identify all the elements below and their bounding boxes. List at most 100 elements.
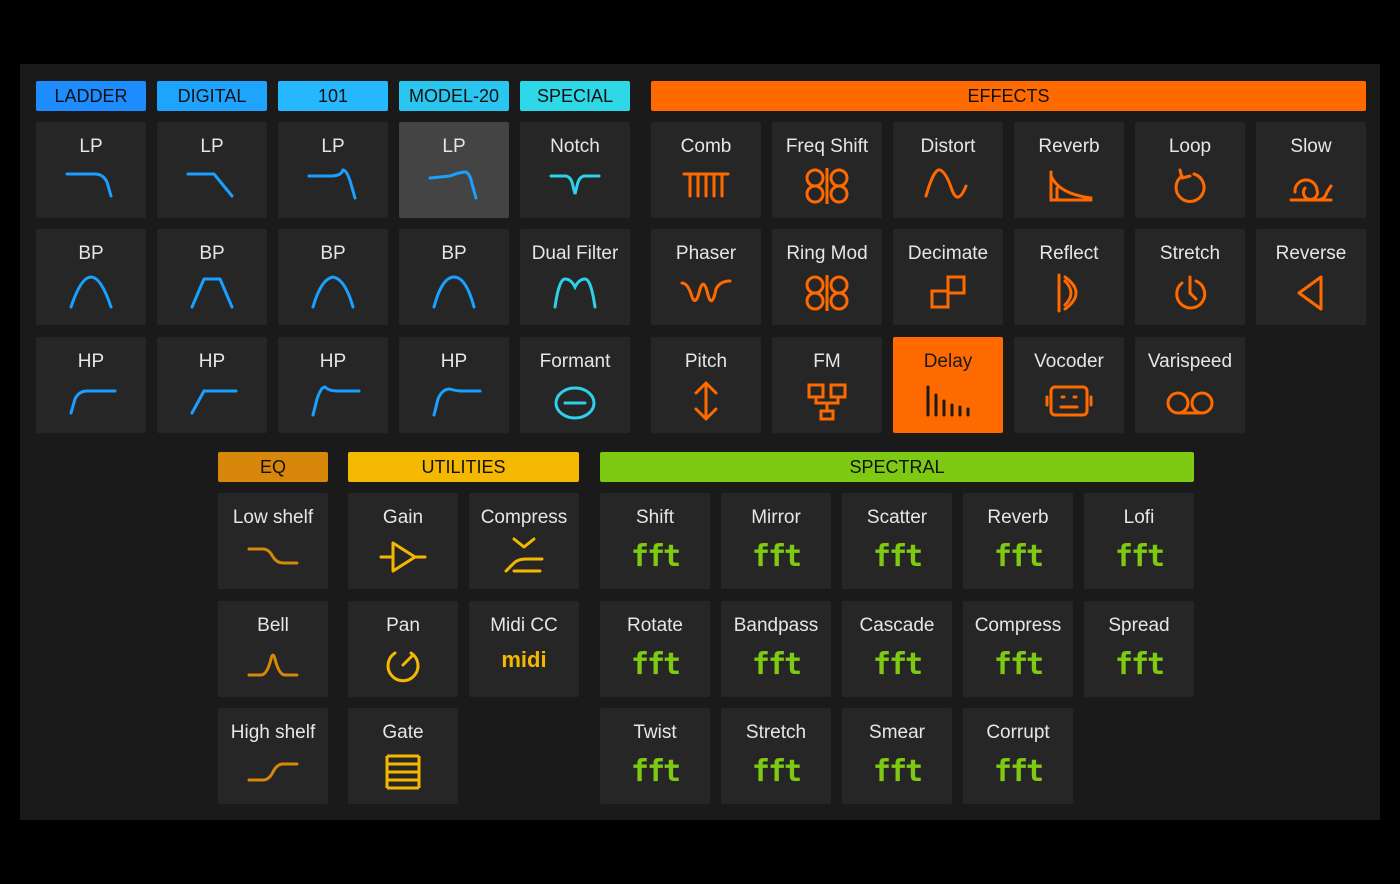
tile-spectral-bandpass[interactable]: Bandpass fft (721, 601, 831, 697)
tile-freq-shift[interactable]: Freq Shift (772, 122, 882, 218)
comb-icon (682, 166, 730, 206)
tile-gain[interactable]: Gain (348, 493, 458, 589)
tile-varispeed[interactable]: Varispeed (1135, 337, 1245, 433)
lowpass-curve-icon (186, 166, 236, 206)
lowpass-curve-icon (65, 166, 115, 206)
tile-label: Twist (633, 722, 677, 743)
stretch-timer-icon (1166, 273, 1214, 313)
tile-label: Reflect (1039, 243, 1099, 264)
tile-pitch[interactable]: Pitch (651, 337, 761, 433)
tile-low-shelf[interactable]: Low shelf (218, 493, 328, 589)
tile-bell[interactable]: Bell (218, 601, 328, 697)
gain-amp-icon (379, 537, 427, 577)
tile-label: HP (77, 351, 105, 372)
tile-digital-lp[interactable]: LP (157, 122, 267, 218)
reverse-triangle-icon (1287, 273, 1335, 313)
tile-label: High shelf (230, 722, 316, 743)
bandpass-curve-icon (430, 273, 478, 313)
tile-notch[interactable]: Notch (520, 122, 630, 218)
tile-model-20-hp[interactable]: HP (399, 337, 509, 433)
high-shelf-curve-icon (247, 752, 299, 792)
tile-reflect[interactable]: Reflect (1014, 229, 1124, 325)
tile-comb[interactable]: Comb (651, 122, 761, 218)
tile-ladder-hp[interactable]: HP (36, 337, 146, 433)
tile-fm[interactable]: FM (772, 337, 882, 433)
header-101: 101 (278, 81, 388, 111)
tile-formant[interactable]: Formant (520, 337, 630, 433)
tile-spectral-spread[interactable]: Spread fft (1084, 601, 1194, 697)
tile-spectral-lofi[interactable]: Lofi fft (1084, 493, 1194, 589)
tile-label: Loop (1168, 136, 1212, 157)
tile-label: Smear (869, 722, 925, 743)
tile-spectral-scatter[interactable]: Scatter fft (842, 493, 952, 589)
fft-icon: fft (993, 647, 1044, 682)
tile-101-hp[interactable]: HP (278, 337, 388, 433)
tile-spectral-reverb[interactable]: Reverb fft (963, 493, 1073, 589)
tile-spectral-stretch[interactable]: Stretch fft (721, 708, 831, 804)
fft-icon: fft (751, 539, 802, 574)
header-special: SPECIAL (520, 81, 630, 111)
tile-label: Freq Shift (785, 136, 869, 157)
tile-ring-mod[interactable]: Ring Mod (772, 229, 882, 325)
tile-stretch[interactable]: Stretch (1135, 229, 1245, 325)
tile-model-20-bp[interactable]: BP (399, 229, 509, 325)
tile-101-bp[interactable]: BP (278, 229, 388, 325)
bandpass-curve-icon (188, 273, 236, 313)
tile-delay[interactable]: Delay (893, 337, 1003, 433)
tile-gate[interactable]: Gate (348, 708, 458, 804)
highpass-curve-icon (67, 381, 117, 421)
tile-spectral-mirror[interactable]: Mirror fft (721, 493, 831, 589)
tile-digital-hp[interactable]: HP (157, 337, 267, 433)
tile-vocoder[interactable]: Vocoder (1014, 337, 1124, 433)
reverb-decay-icon (1045, 166, 1093, 206)
tile-reverse[interactable]: Reverse (1256, 229, 1366, 325)
tile-high-shelf[interactable]: High shelf (218, 708, 328, 804)
tile-label: BP (199, 243, 225, 264)
tile-spectral-compress[interactable]: Compress fft (963, 601, 1073, 697)
tile-label: Comb (680, 136, 732, 157)
tile-phaser[interactable]: Phaser (651, 229, 761, 325)
pan-knob-icon (379, 645, 427, 685)
tile-label: BP (320, 243, 346, 264)
tile-label: Compress (974, 615, 1062, 636)
tile-spectral-corrupt[interactable]: Corrupt fft (963, 708, 1073, 804)
tile-101-lp[interactable]: LP (278, 122, 388, 218)
tile-reverb[interactable]: Reverb (1014, 122, 1124, 218)
tile-compress[interactable]: Compress (469, 493, 579, 589)
tile-spectral-twist[interactable]: Twist fft (600, 708, 710, 804)
delay-taps-icon (924, 381, 972, 421)
tape-reels-icon (1166, 381, 1214, 421)
tile-label: LP (200, 136, 224, 157)
tile-spectral-rotate[interactable]: Rotate fft (600, 601, 710, 697)
tile-loop[interactable]: Loop (1135, 122, 1245, 218)
fft-icon: fft (751, 754, 802, 789)
tile-midi-cc[interactable]: Midi CC midi (469, 601, 579, 697)
gate-icon (379, 752, 427, 792)
tile-label: Pitch (684, 351, 728, 372)
effects-browser-panel: LADDER DIGITAL 101 MODEL-20 SPECIAL EFFE… (20, 64, 1380, 820)
tile-digital-bp[interactable]: BP (157, 229, 267, 325)
tile-ladder-lp[interactable]: LP (36, 122, 146, 218)
tile-label: LP (442, 136, 466, 157)
tile-slow[interactable]: Slow (1256, 122, 1366, 218)
formant-mouth-icon (551, 381, 599, 421)
midi-icon: midi (501, 647, 547, 672)
tile-label: Low shelf (232, 507, 314, 528)
tile-spectral-smear[interactable]: Smear fft (842, 708, 952, 804)
dual-peak-curve-icon (551, 273, 599, 313)
highpass-curve-icon (309, 381, 361, 421)
tile-label: HP (198, 351, 226, 372)
tile-distort[interactable]: Distort (893, 122, 1003, 218)
tile-label: Formant (539, 351, 611, 372)
tile-spectral-cascade[interactable]: Cascade fft (842, 601, 952, 697)
tile-dual-filter[interactable]: Dual Filter (520, 229, 630, 325)
tile-spectral-shift[interactable]: Shift fft (600, 493, 710, 589)
tile-model-20-lp[interactable]: LP (399, 122, 509, 218)
tile-label: Vocoder (1034, 351, 1104, 372)
tile-ladder-bp[interactable]: BP (36, 229, 146, 325)
tile-pan[interactable]: Pan (348, 601, 458, 697)
fft-icon: fft (993, 754, 1044, 789)
tile-label: Reverb (1038, 136, 1100, 157)
tile-label: BP (78, 243, 104, 264)
tile-decimate[interactable]: Decimate (893, 229, 1003, 325)
